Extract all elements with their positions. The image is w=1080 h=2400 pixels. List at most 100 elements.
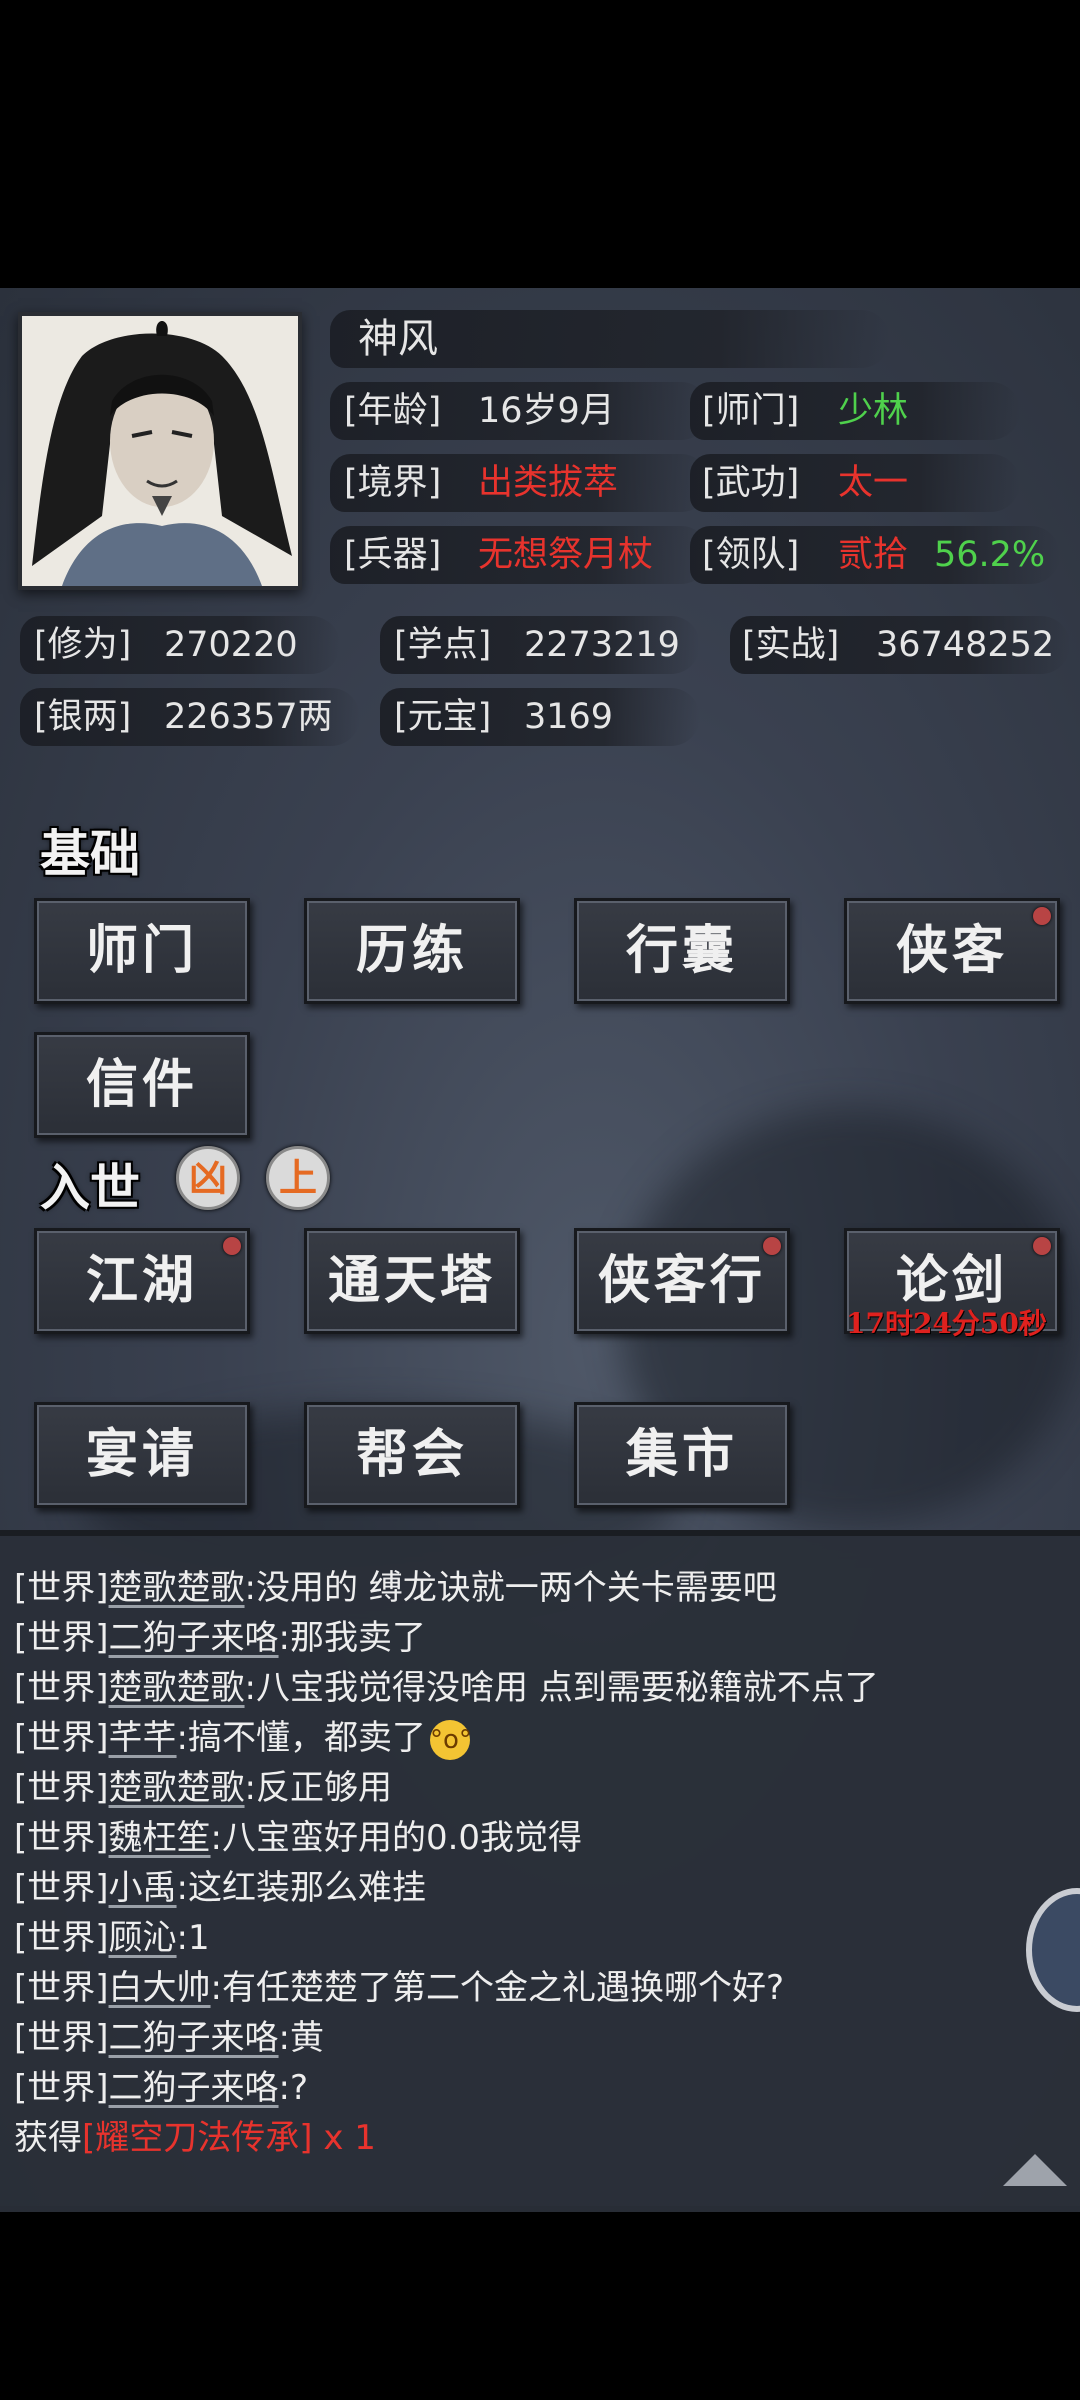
chat-expand-arrow-icon[interactable]	[1003, 2154, 1067, 2186]
obtain-prefix: 获得	[14, 2118, 82, 2158]
chat-sender[interactable]: 芊芊	[109, 1718, 177, 1758]
portrait-art	[22, 316, 298, 586]
chat-text: :黄	[278, 2018, 324, 2058]
chat-text: :那我卖了	[278, 1618, 426, 1658]
weapon-value[interactable]: 无想祭月杖	[478, 526, 653, 584]
chat-channel: [世界]	[14, 2018, 109, 2058]
chat-channel: [世界]	[14, 1618, 109, 1658]
chat-text: :八宝我觉得没啥用 点到需要秘籍就不点了	[244, 1668, 879, 1708]
chat-text: :1	[176, 1918, 210, 1958]
chat-sender[interactable]: 二狗子来咯	[109, 1618, 279, 1658]
chat-line: [世界]魏枉笙:八宝蛮好用的0.0我觉得	[14, 1814, 582, 1862]
chat-channel: [世界]	[14, 1918, 109, 1958]
team-percent: 56.2%	[934, 535, 1046, 575]
combat-label: [实战]	[742, 625, 840, 665]
lilian-button[interactable]: 历练	[304, 898, 520, 1004]
chat-line: [世界]小禹:这红装那么难挂	[14, 1864, 426, 1912]
silver-label: [银两]	[34, 697, 132, 737]
tongtianta-button[interactable]: 通天塔	[304, 1228, 520, 1334]
silver-value: 226357两	[164, 697, 333, 737]
team-label: [领队]	[702, 535, 800, 575]
chat-sender[interactable]: 楚歌楚歌	[109, 1568, 245, 1608]
gold-value: 3169	[524, 697, 614, 737]
banghui-button[interactable]: 帮会	[304, 1402, 520, 1508]
screen: 神风 [年龄] 16岁9月 [师门] 少林 [境界] 出类拔萃 [武功] 太一 …	[0, 0, 1080, 2400]
notification-dot	[1033, 1237, 1051, 1255]
chat-channel: [世界]	[14, 1868, 109, 1908]
chat-line: [世界]二狗子来咯:黄	[14, 2014, 324, 2062]
sect-value: 少林	[838, 391, 909, 431]
cultivation-value: 270220	[164, 625, 298, 665]
chat-channel: [世界]	[14, 1968, 109, 2008]
chat-sender[interactable]: 顾沁	[109, 1918, 177, 1958]
chat-line: [世界]白大帅:有任楚楚了第二个金之礼遇换哪个好?	[14, 1964, 784, 2012]
weapon-label: [兵器]	[344, 535, 442, 575]
surprised-emoji-icon: °o°	[430, 1719, 472, 1760]
obtain-line: 获得[耀空刀法传承] x 1	[14, 2114, 376, 2162]
chat-text: :没用的 缚龙诀就一两个关卡需要吧	[244, 1568, 777, 1608]
chat-text: :反正够用	[244, 1768, 392, 1808]
realm-value: 出类拔萃	[478, 463, 619, 503]
chat-panel[interactable]: [世界]楚歌楚歌:没用的 缚龙诀就一两个关卡需要吧 [世界]二狗子来咯:那我卖了…	[0, 1530, 1080, 2212]
notification-dot	[1033, 907, 1051, 925]
chat-sender[interactable]: 小禹	[109, 1868, 177, 1908]
chat-sender[interactable]: 白大帅	[109, 1968, 211, 2008]
basic-section-title: 基础	[40, 824, 140, 883]
study-label: [学点]	[394, 625, 492, 665]
study-value: 2273219	[524, 625, 680, 665]
obtained-item[interactable]: [耀空刀法传承]	[82, 2118, 313, 2158]
notification-dot	[763, 1237, 781, 1255]
age-label: [年龄]	[344, 391, 442, 431]
chat-channel: [世界]	[14, 1768, 109, 1808]
character-portrait[interactable]	[18, 312, 302, 590]
xiakexing-button-label: 侠客行	[597, 1250, 766, 1311]
realm-label: [境界]	[344, 463, 442, 503]
chat-line: [世界]二狗子来咯:那我卖了	[14, 1614, 426, 1662]
chat-line: [世界]楚歌楚歌:八宝我觉得没啥用 点到需要秘籍就不点了	[14, 1664, 879, 1712]
world-section-title: 入世	[40, 1158, 140, 1217]
chat-sender[interactable]: 二狗子来咯	[109, 2018, 279, 2058]
yanqing-button[interactable]: 宴请	[34, 1402, 250, 1508]
team-value[interactable]: 贰拾	[838, 526, 908, 584]
notification-dot	[223, 1237, 241, 1255]
chat-text: :搞不懂，都卖了	[176, 1718, 426, 1758]
chat-channel: [世界]	[14, 1668, 109, 1708]
gold-label: [元宝]	[394, 697, 492, 737]
chat-text: :这红装那么难挂	[176, 1868, 426, 1908]
age-value: 16岁9月	[478, 391, 615, 431]
jianghu-button[interactable]: 江湖	[34, 1228, 250, 1334]
chat-line: [世界]楚歌楚歌:没用的 缚龙诀就一两个关卡需要吧	[14, 1564, 777, 1612]
chat-text: :八宝蛮好用的0.0我觉得	[210, 1818, 583, 1858]
cultivation-label: [修为]	[34, 625, 132, 665]
chat-text: :?	[278, 2068, 309, 2108]
sect-label: [师门]	[702, 391, 800, 431]
chat-channel: [世界]	[14, 2068, 109, 2108]
xiakexing-button[interactable]: 侠客行	[574, 1228, 790, 1334]
chat-text: :有任楚楚了第二个金之礼遇换哪个好?	[210, 1968, 785, 2008]
chat-channel: [世界]	[14, 1568, 109, 1608]
jianghu-button-label: 江湖	[85, 1250, 198, 1311]
chat-line: [世界]二狗子来咯:?	[14, 2064, 308, 2112]
lunjian-countdown: 17时24分50秒	[846, 1307, 1047, 1340]
shimen-button[interactable]: 师门	[34, 898, 250, 1004]
obtained-count: x 1	[312, 2118, 376, 2158]
chat-channel: [世界]	[14, 1718, 109, 1758]
xingnang-button[interactable]: 行囊	[574, 898, 790, 1004]
character-name: 神风	[358, 316, 438, 362]
chat-sender[interactable]: 二狗子来咯	[109, 2068, 279, 2108]
chat-channel: [世界]	[14, 1818, 109, 1858]
skill-value: 太一	[838, 463, 909, 503]
jishi-button[interactable]: 集市	[574, 1402, 790, 1508]
combat-value: 36748252	[876, 625, 1055, 665]
danger-mode-icon[interactable]: 凶	[176, 1146, 240, 1210]
xiake-button-label: 侠客	[895, 920, 1008, 981]
xiake-button[interactable]: 侠客	[844, 898, 1060, 1004]
chat-line: [世界]顾沁:1	[14, 1914, 210, 1962]
xinjian-button[interactable]: 信件	[34, 1032, 250, 1138]
chat-sender[interactable]: 楚歌楚歌	[109, 1668, 245, 1708]
chat-sender[interactable]: 楚歌楚歌	[109, 1768, 245, 1808]
chat-sender[interactable]: 魏枉笙	[109, 1818, 211, 1858]
chat-line: [世界]芊芊:搞不懂，都卖了 °o°	[14, 1714, 472, 1762]
chat-line: [世界]楚歌楚歌:反正够用	[14, 1764, 392, 1812]
up-mode-icon[interactable]: 上	[266, 1146, 330, 1210]
